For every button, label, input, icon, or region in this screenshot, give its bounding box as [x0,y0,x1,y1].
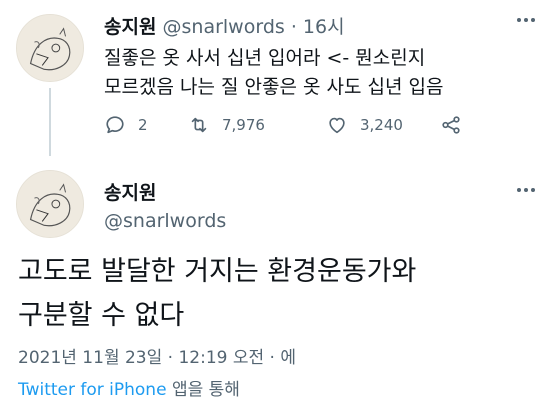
timestamp[interactable]: 16시 [303,16,345,38]
like-button[interactable]: 3,240 [326,114,403,136]
display-name[interactable]: 송지원 [104,16,156,38]
share-button[interactable] [440,114,474,136]
tweet-actions: 2 7,976 3,240 [104,114,484,140]
thread-line [49,88,51,156]
reply-button[interactable]: 2 [104,114,148,136]
source-suffix: 앱을 통해 [166,380,240,400]
tweet-source: Twitter for iPhone 앱을 통해 [18,375,240,400]
tweet-header: 송지원 @snarlwords · 16시 [104,12,345,39]
reply-icon [106,116,124,134]
display-name[interactable]: 송지원 [104,178,156,205]
retweet-icon [191,117,207,133]
source-link[interactable]: Twitter for iPhone [18,380,167,400]
handle[interactable]: @snarlwords [163,16,285,38]
avatar[interactable] [16,14,84,82]
more-dots-icon[interactable] [516,10,536,35]
share-icon [442,116,460,134]
tweet-timestamp[interactable]: 2021년 11월 23일 · 12:19 오전 · 에 [18,343,296,368]
handle[interactable]: @snarlwords [104,210,226,232]
tweet-text: 고도로 발달한 거지는 환경운동가와 구분할 수 없다 [18,256,417,331]
like-count: 3,240 [360,116,403,134]
retweet-button[interactable]: 7,976 [188,114,265,136]
reply-count: 2 [138,116,148,134]
tweet-text: 질좋은 옷 사서 십년 입어라 <- 뭔소린지 모르겠음 나는 질 안좋은 옷 … [104,47,444,98]
avatar[interactable] [16,170,84,238]
heart-icon [329,117,345,134]
retweet-count: 7,976 [222,116,265,134]
separator: · [290,16,297,38]
more-dots-icon[interactable] [516,180,536,205]
